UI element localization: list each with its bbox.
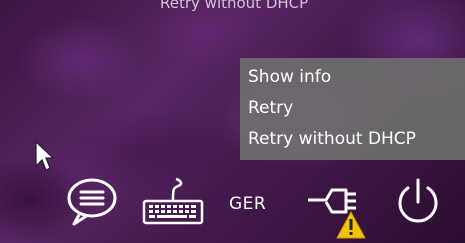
keyboard-language-label[interactable]: GER xyxy=(229,194,266,214)
menu-item-retry-without-dhcp[interactable]: Retry without DHCP xyxy=(240,124,465,155)
desktop-screen: Retry without DHCP Show info Retry Retry… xyxy=(0,0,465,243)
taskbar: GER xyxy=(0,170,465,243)
chat-bubble-icon[interactable] xyxy=(62,176,122,228)
power-icon[interactable] xyxy=(392,176,444,228)
menu-item-retry[interactable]: Retry xyxy=(240,93,465,124)
keyboard-icon[interactable] xyxy=(140,176,206,228)
menu-item-show-info[interactable]: Show info xyxy=(240,62,465,93)
network-context-menu: Show info Retry Retry without DHCP xyxy=(240,58,465,160)
network-warning-icon[interactable] xyxy=(300,176,370,240)
warning-triangle-icon xyxy=(336,210,366,239)
mouse-pointer-icon xyxy=(35,140,54,171)
title-overlay-text: Retry without DHCP xyxy=(160,0,309,12)
